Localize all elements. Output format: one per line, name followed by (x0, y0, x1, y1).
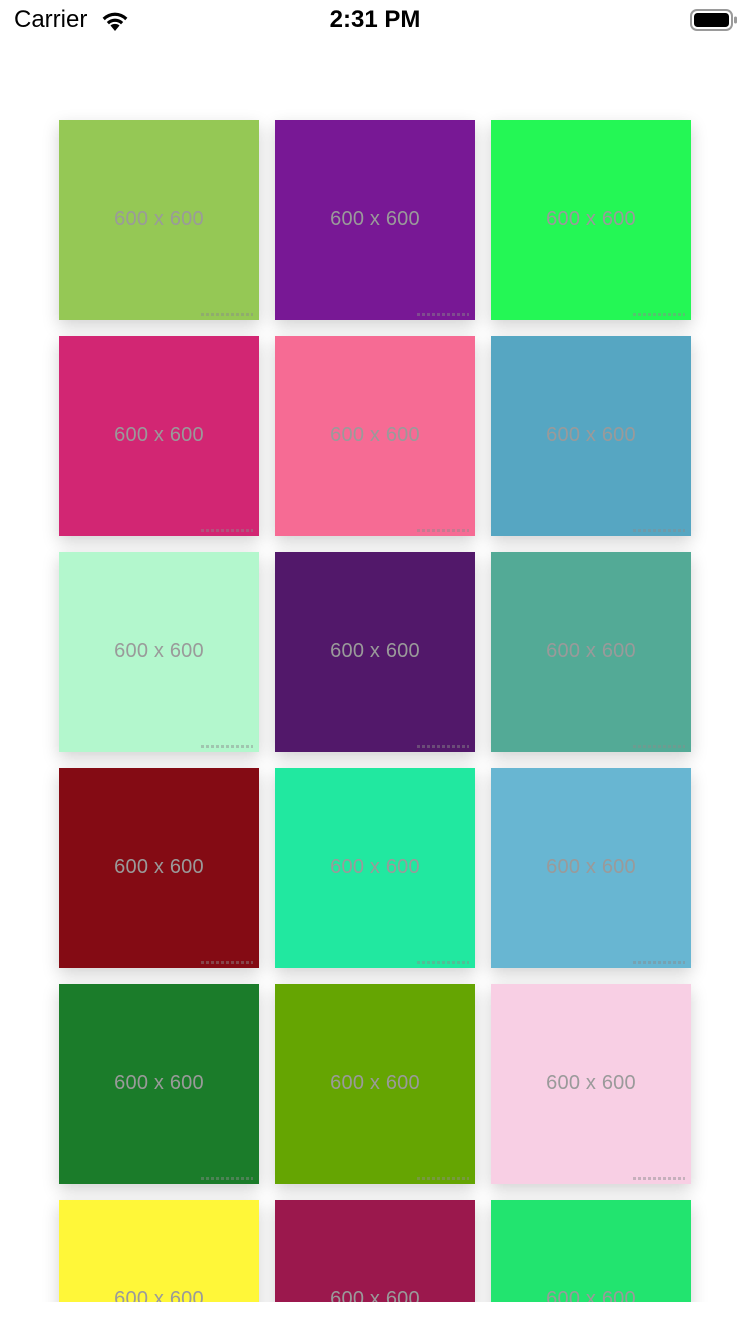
grid-image-tile[interactable]: 600 x 600 (491, 768, 691, 968)
grid-image-tile[interactable]: 600 x 600 (275, 768, 475, 968)
placeholder-size-label: 600 x 600 (330, 1072, 420, 1094)
grid-image-tile[interactable]: 600 x 600 (59, 336, 259, 536)
status-bar: Carrier 2:31 PM (0, 0, 750, 40)
watermark-mark (633, 313, 685, 316)
watermark-mark (417, 745, 469, 748)
photo-grid-scroll-view[interactable]: 600 x 600 600 x 600 600 x 600 600 x 600 600 … (0, 40, 750, 1302)
placeholder-size-label: 600 x 600 (114, 1288, 204, 1302)
grid-image-tile[interactable]: 600 x 600 (275, 120, 475, 320)
placeholder-size-label: 600 x 600 (546, 424, 636, 446)
clock-time: 2:31 PM (329, 6, 421, 33)
battery-icon (690, 8, 738, 32)
placeholder-size-label: 600 x 600 (330, 424, 420, 446)
placeholder-size-label: 600 x 600 (546, 640, 636, 662)
placeholder-size-label: 600 x 600 (546, 208, 636, 230)
grid-image-tile[interactable]: 600 x 600 (275, 1200, 475, 1302)
placeholder-size-label: 600 x 600 (330, 1288, 420, 1302)
placeholder-size-label: 600 x 600 (330, 856, 420, 878)
grid-image-tile[interactable]: 600 x 600 (275, 336, 475, 536)
watermark-mark (201, 745, 253, 748)
grid-image-tile[interactable]: 600 x 600 (491, 120, 691, 320)
grid-image-tile[interactable]: 600 x 600 (275, 984, 475, 1184)
watermark-mark (201, 313, 253, 316)
placeholder-size-label: 600 x 600 (114, 424, 204, 446)
grid-image-tile[interactable]: 600 x 600 (59, 768, 259, 968)
watermark-mark (417, 313, 469, 316)
watermark-mark (201, 1177, 253, 1180)
watermark-mark (633, 1177, 685, 1180)
placeholder-size-label: 600 x 600 (546, 856, 636, 878)
grid-image-tile[interactable]: 600 x 600 (59, 120, 259, 320)
placeholder-size-label: 600 x 600 (330, 640, 420, 662)
placeholder-size-label: 600 x 600 (114, 640, 204, 662)
placeholder-size-label: 600 x 600 (330, 208, 420, 230)
grid-image-tile[interactable]: 600 x 600 (59, 1200, 259, 1302)
watermark-mark (417, 1177, 469, 1180)
placeholder-size-label: 600 x 600 (114, 1072, 204, 1094)
watermark-mark (633, 529, 685, 532)
placeholder-size-label: 600 x 600 (114, 208, 204, 230)
placeholder-size-label: 600 x 600 (114, 856, 204, 878)
watermark-mark (633, 745, 685, 748)
grid-image-tile[interactable]: 600 x 600 (59, 552, 259, 752)
grid-image-tile[interactable]: 600 x 600 (491, 336, 691, 536)
grid-image-tile[interactable]: 600 x 600 (491, 984, 691, 1184)
grid-image-tile[interactable]: 600 x 600 (491, 1200, 691, 1302)
watermark-mark (417, 961, 469, 964)
watermark-mark (201, 961, 253, 964)
placeholder-size-label: 600 x 600 (546, 1072, 636, 1094)
grid-image-tile[interactable]: 600 x 600 (275, 552, 475, 752)
grid-image-tile[interactable]: 600 x 600 (491, 552, 691, 752)
photo-grid: 600 x 600 600 x 600 600 x 600 600 x 600 600 … (59, 120, 691, 1302)
watermark-mark (633, 961, 685, 964)
watermark-mark (201, 529, 253, 532)
grid-image-tile[interactable]: 600 x 600 (59, 984, 259, 1184)
placeholder-size-label: 600 x 600 (546, 1288, 636, 1302)
watermark-mark (417, 529, 469, 532)
